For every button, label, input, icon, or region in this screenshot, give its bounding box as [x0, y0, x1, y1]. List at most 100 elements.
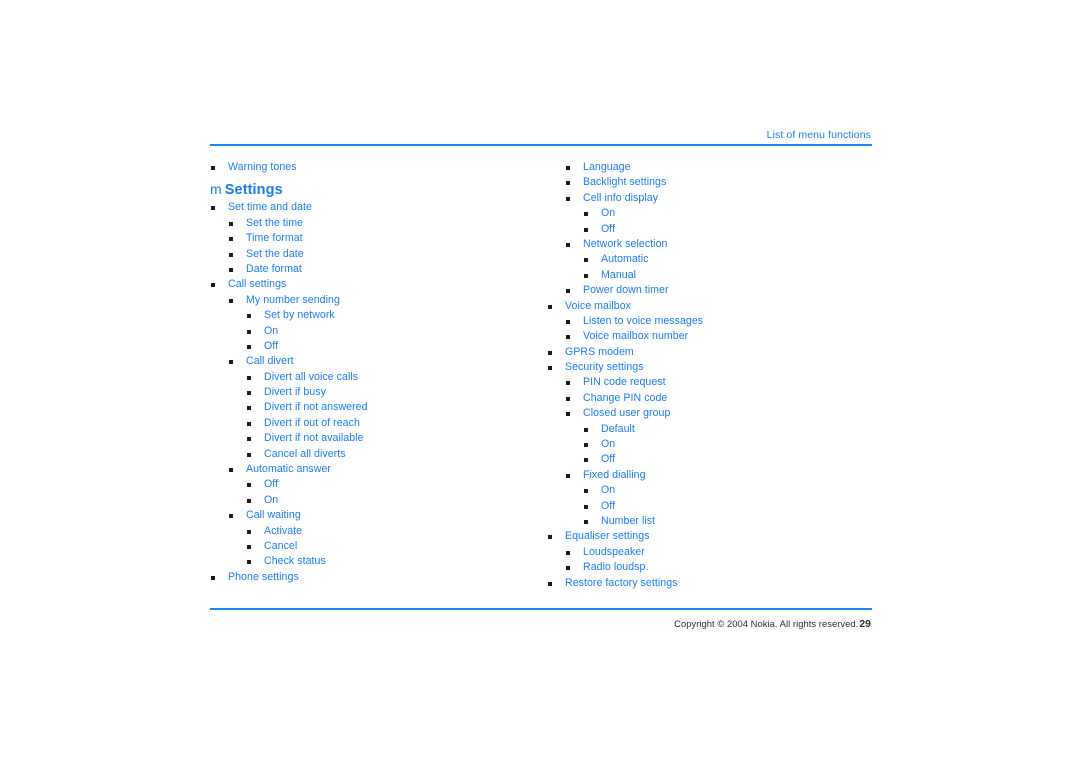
menu-item-level-3: Off [210, 477, 540, 492]
copyright-notice: Copyright © 2004 Nokia. All rights reser… [674, 618, 859, 629]
square-bullet-icon [548, 304, 552, 309]
square-bullet-icon [211, 283, 215, 288]
menu-item-level-2: Radio loudsp. [547, 560, 877, 575]
menu-item-level-1: Set time and date [210, 200, 540, 215]
square-bullet-icon [566, 196, 570, 201]
menu-item-level-3: Off [547, 222, 877, 237]
square-bullet-icon [584, 227, 588, 232]
menu-item-label: Off [264, 478, 279, 491]
square-bullet-icon [584, 458, 588, 463]
menu-item-label: Voice mailbox number [583, 330, 689, 343]
menu-item-level-1: Equaliser settings [547, 529, 877, 544]
menu-item-label: Time format [246, 232, 303, 245]
section-heading-settings: m Settings [210, 181, 540, 199]
menu-item-label: Call settings [228, 278, 287, 291]
square-bullet-icon [247, 421, 251, 426]
menu-item-label: Loudspeaker [583, 545, 645, 558]
menu-item-label: Divert if not available [264, 432, 364, 445]
square-bullet-icon [247, 498, 251, 503]
square-bullet-icon [247, 329, 251, 334]
menu-item-label: On [264, 324, 279, 337]
square-bullet-icon [548, 581, 552, 586]
menu-function-columns: Warning tones m Settings Set time and dat… [210, 160, 872, 600]
menu-item-level-2: Automatic answer [210, 462, 540, 477]
square-bullet-icon [211, 206, 215, 211]
menu-item-level-2: Network selection [547, 237, 877, 252]
menu-item-label: Divert if busy [264, 386, 326, 399]
square-bullet-icon [566, 566, 570, 571]
square-bullet-icon [247, 391, 251, 396]
square-bullet-icon [566, 242, 570, 247]
menu-item-label: Call divert [246, 355, 294, 368]
square-bullet-icon [566, 166, 570, 170]
menu-item-label: Check status [264, 555, 326, 568]
square-bullet-icon [584, 273, 588, 278]
menu-item-label: Backlight settings [583, 176, 667, 189]
menu-item-label: Change PIN code [583, 391, 668, 404]
menu-item-label: Restore factory settings [565, 576, 678, 589]
menu-item-label: Cell info display [583, 191, 659, 204]
menu-item-label: Set the date [246, 247, 304, 260]
menu-item-level-3: Divert if not available [210, 431, 540, 446]
menu-item-level-2: Closed user group [547, 406, 877, 421]
square-bullet-icon [229, 298, 233, 303]
right-column-list: Language Backlight settings Cell info disp… [547, 160, 877, 591]
menu-item-label: Radio loudsp. [583, 561, 649, 574]
menu-item-level-3: On [210, 324, 540, 339]
menu-item-label: Listen to voice messages [583, 314, 704, 327]
menu-item-label: Manual [601, 268, 637, 281]
square-bullet-icon [247, 544, 251, 549]
menu-item-label: Cancel [264, 539, 298, 552]
menu-item-level-3: Divert if out of reach [210, 416, 540, 431]
menu-item-level-1: Call settings [210, 277, 540, 292]
menu-item-label: PIN code request [583, 376, 666, 389]
menu-item-level-3: On [547, 206, 877, 221]
square-bullet-icon [584, 258, 588, 263]
menu-item-label: Call waiting [246, 509, 301, 522]
left-column-list: Set time and date Set the time Time format… [210, 200, 540, 585]
menu-item-level-3: Divert if busy [210, 385, 540, 400]
square-bullet-icon [548, 366, 552, 371]
square-bullet-icon [566, 181, 570, 186]
menu-item-label: Cancel all diverts [264, 447, 346, 460]
menu-item-label: Automatic [601, 253, 649, 266]
menu-item-level-2: PIN code request [547, 375, 877, 390]
menu-item-level-2: Power down timer [547, 283, 877, 298]
menu-item-label: Language [583, 161, 631, 173]
menu-item-level-2: Set the time [210, 216, 540, 231]
footer-text-line: Copyright © 2004 Nokia. All rights reser… [210, 617, 872, 631]
square-bullet-icon [211, 575, 215, 580]
menu-item-level-3: On [210, 493, 540, 508]
menu-item-level-3: Set by network [210, 308, 540, 323]
menu-item-label: Off [264, 339, 279, 352]
square-bullet-icon [566, 473, 570, 478]
left-column: Warning tones m Settings Set time and dat… [210, 160, 540, 585]
page-number: 29 [859, 619, 871, 630]
menu-item-label: Default [601, 422, 635, 435]
menu-item-label: Number list [601, 514, 656, 527]
square-bullet-icon [584, 519, 588, 524]
menu-item-level-3: Off [547, 499, 877, 514]
menu-item-label: My number sending [246, 293, 340, 306]
left-column-pre-heading-list: Warning tones [210, 160, 540, 175]
square-bullet-icon [584, 504, 588, 509]
square-bullet-icon [566, 289, 570, 294]
menu-item-level-3: Manual [547, 268, 877, 283]
menu-item-level-2: Set the date [210, 247, 540, 262]
square-bullet-icon [584, 443, 588, 448]
menu-item-level-2: Call waiting [210, 508, 540, 523]
menu-item-level-3: Automatic [547, 252, 877, 267]
square-bullet-icon [247, 406, 251, 411]
menu-item-label: Closed user group [583, 407, 671, 420]
menu-item-label: Phone settings [228, 570, 299, 583]
menu-item-level-2: Fixed dialling [547, 468, 877, 483]
menu-item-level-3: Divert all voice calls [210, 370, 540, 385]
square-bullet-icon [566, 319, 570, 324]
header-rule [210, 144, 872, 146]
square-bullet-icon [247, 344, 251, 349]
menu-item-label: Divert if out of reach [264, 416, 360, 429]
settings-symbol-glyph: m [210, 181, 222, 198]
menu-item-level-3: Cancel all diverts [210, 447, 540, 462]
square-bullet-icon [566, 550, 570, 555]
menu-item-label: Off [601, 453, 616, 466]
